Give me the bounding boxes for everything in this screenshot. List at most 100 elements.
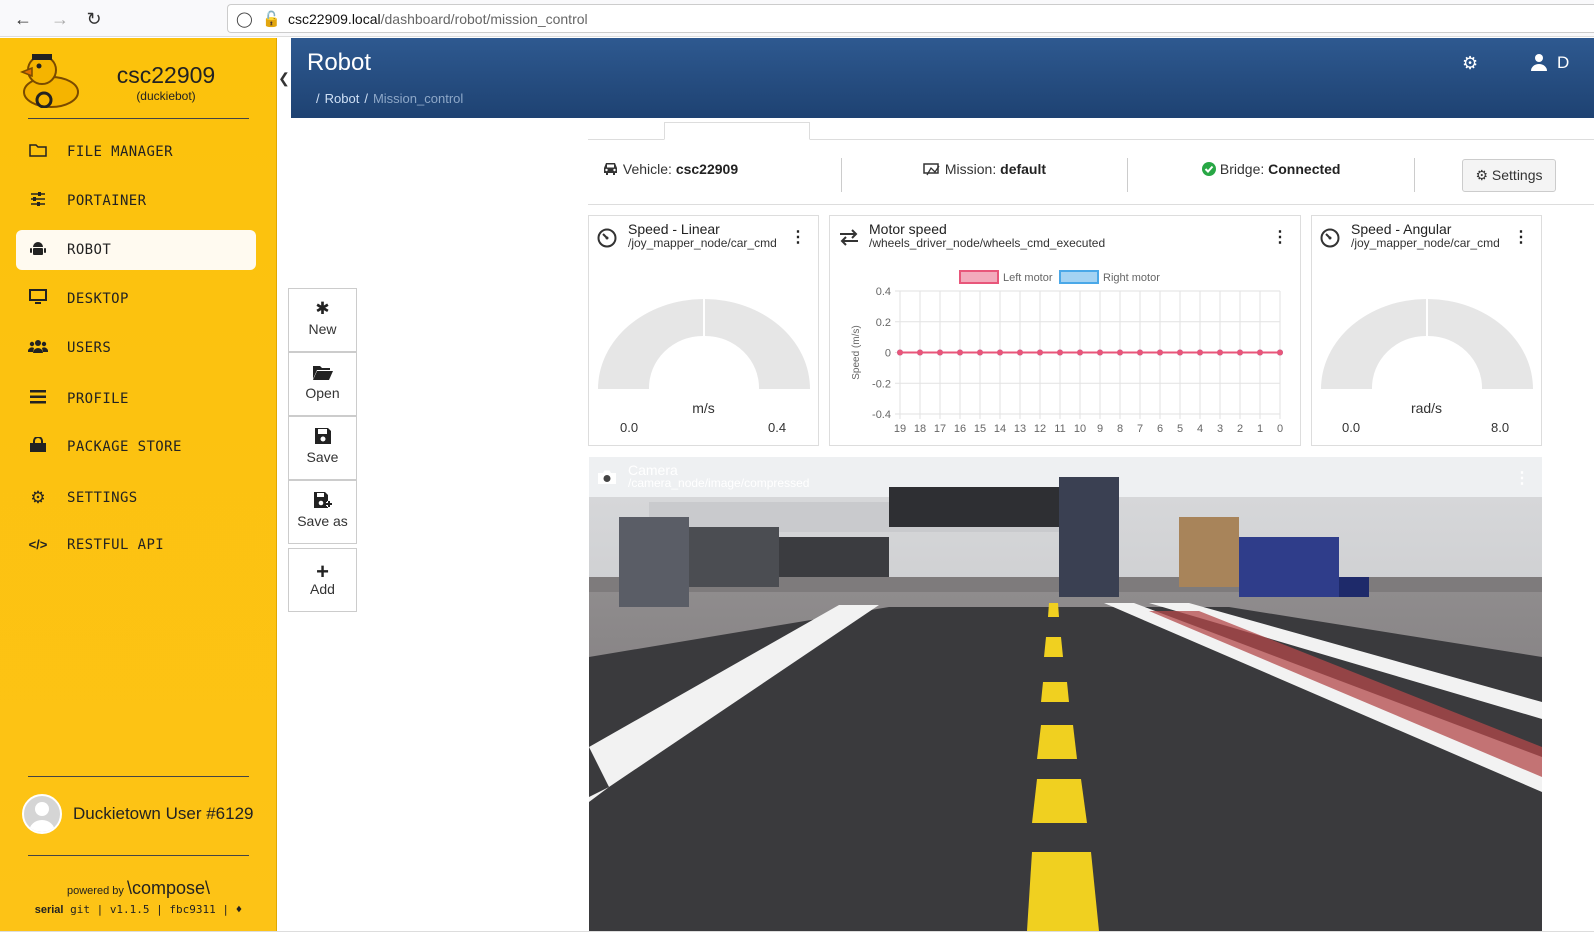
car-icon [602, 161, 623, 177]
settings-button[interactable]: ⚙ Settings [1462, 159, 1556, 192]
divider [28, 118, 249, 119]
breadcrumb-robot[interactable]: Robot [325, 91, 360, 106]
x-tick-label: 18 [914, 423, 926, 435]
data-point [1077, 349, 1083, 356]
data-point [1057, 349, 1063, 356]
tab-active[interactable] [664, 122, 810, 140]
x-tick-label: 9 [1097, 423, 1103, 435]
sidebar-item-label: ROBOT [67, 242, 112, 258]
legend-swatch [959, 270, 999, 284]
users-icon [27, 338, 49, 358]
gauge-min: 0.0 [620, 420, 639, 435]
sliders-icon [28, 191, 48, 211]
x-tick-label: 15 [974, 423, 986, 435]
sidebar-item-profile[interactable]: PROFILE [16, 379, 256, 419]
sidebar-item-file-manager[interactable]: FILE MANAGER [16, 132, 256, 172]
x-tick-label: 17 [934, 423, 946, 435]
bridge-value: Connected [1268, 161, 1341, 177]
divider [28, 776, 249, 777]
host-type: (duckiebot) [136, 89, 196, 103]
camera-feed-image [589, 457, 1542, 931]
gauge-max: 8.0 [1491, 420, 1510, 435]
new-button[interactable]: ✱ New [288, 288, 357, 352]
legend-label: Right motor [1103, 272, 1160, 284]
widget-topic: /joy_mapper_node/car_cmd [628, 236, 777, 250]
folder-icon [28, 142, 48, 162]
x-tick-label: 4 [1197, 423, 1203, 435]
sidebar-item-label: PACKAGE STORE [67, 439, 182, 455]
sidebar-collapse-button[interactable]: ❮ [277, 38, 292, 118]
code-icon: </> [28, 537, 48, 552]
divider [1414, 158, 1415, 192]
gear-icon[interactable]: ⚙ [1462, 53, 1478, 74]
monitor-icon [28, 289, 48, 309]
insecure-lock-icon[interactable]: 🔓 [262, 10, 281, 28]
widget-title: Speed - Angular [1351, 221, 1452, 237]
sidebar-item-portainer[interactable]: PORTAINER [16, 181, 256, 221]
mission-value: default [1000, 161, 1047, 177]
widget-topic: /joy_mapper_node/car_cmd [1351, 236, 1500, 250]
page-header: Robot / Robot / Mission_control ⚙ D [291, 38, 1594, 118]
sidebar-item-desktop[interactable]: DESKTOP [16, 279, 256, 319]
sidebar-item-settings[interactable]: ⚙ SETTINGS [16, 478, 256, 518]
gauge-icon [597, 228, 617, 253]
sidebar-item-robot[interactable]: ROBOT [16, 230, 256, 270]
floppy-disk-icon [289, 427, 356, 449]
x-tick-label: 14 [994, 423, 1006, 435]
data-point [1277, 349, 1283, 356]
divider [841, 158, 842, 192]
x-tick-label: 3 [1217, 423, 1223, 435]
avatar[interactable] [22, 794, 62, 834]
y-tick-label: 0.4 [876, 286, 891, 298]
mission-tabs [588, 118, 1594, 140]
gauge-icon [1320, 228, 1340, 253]
data-point [1037, 349, 1043, 356]
motor-speed-chart: Left motor Right motor0.40.20-0.2-0.419 18… [851, 270, 1283, 435]
check-circle-icon [1202, 161, 1220, 177]
y-tick-label: 0 [885, 348, 891, 360]
open-button[interactable]: Open [288, 352, 357, 416]
speed-angular-widget: Speed - Angular /joy_mapper_node/car_cmd… [1311, 215, 1542, 446]
save-button[interactable]: Save [288, 416, 357, 480]
data-point [1097, 349, 1103, 356]
kebab-menu-icon[interactable]: ⋮ [1514, 468, 1530, 488]
url-text[interactable]: csc22909.local/dashboard/robot/mission_c… [288, 11, 588, 27]
sidebar-item-label: RESTFUL API [67, 537, 165, 553]
legend-label: Left motor [1003, 272, 1053, 284]
kebab-menu-icon[interactable]: ⋮ [1513, 227, 1529, 247]
save-as-button[interactable]: Save as [288, 480, 357, 544]
vehicle-status: Vehicle: csc22909 [602, 161, 738, 191]
sidebar-item-restful-api[interactable]: </> RESTFUL API [16, 525, 256, 565]
kebab-menu-icon[interactable]: ⋮ [790, 227, 806, 247]
sidebar-item-package-store[interactable]: PACKAGE STORE [16, 427, 256, 467]
user-menu-truncated[interactable]: D [1557, 53, 1569, 73]
gauge-unit: m/s [692, 400, 715, 416]
sidebar-item-users[interactable]: USERS [16, 328, 256, 368]
android-icon [28, 240, 48, 260]
y-axis-label: Speed (m/s) [851, 325, 862, 379]
compose-brand[interactable]: \compose\ [127, 878, 210, 898]
user-icon[interactable] [1530, 53, 1548, 76]
x-tick-label: 1 [1257, 423, 1263, 435]
arrow-left-icon[interactable]: ← [12, 8, 34, 30]
data-point [997, 349, 1003, 356]
x-tick-label: 6 [1157, 423, 1163, 435]
shield-icon[interactable]: ◯ [236, 10, 253, 28]
map-icon [923, 161, 945, 177]
add-button[interactable]: + Add [288, 548, 357, 612]
arrow-right-icon[interactable]: → [49, 8, 71, 30]
breadcrumb: / Robot / Mission_control [316, 91, 464, 106]
user-name[interactable]: Duckietown User #6129 [73, 804, 253, 824]
x-tick-label: 19 [894, 423, 906, 435]
kebab-menu-icon[interactable]: ⋮ [1272, 227, 1288, 247]
legend-swatch [1059, 270, 1099, 284]
y-tick-label: -0.4 [872, 409, 891, 421]
address-bar[interactable]: ◯ 🔓 csc22909.local/dashboard/robot/missi… [227, 4, 1594, 33]
folder-open-icon [289, 363, 356, 385]
x-tick-label: 12 [1034, 423, 1046, 435]
camera-icon [597, 469, 617, 490]
plus-icon: + [316, 559, 329, 584]
data-point [1257, 349, 1263, 356]
gauge-max: 0.4 [768, 420, 787, 435]
reload-icon[interactable]: ↻ [83, 8, 105, 30]
